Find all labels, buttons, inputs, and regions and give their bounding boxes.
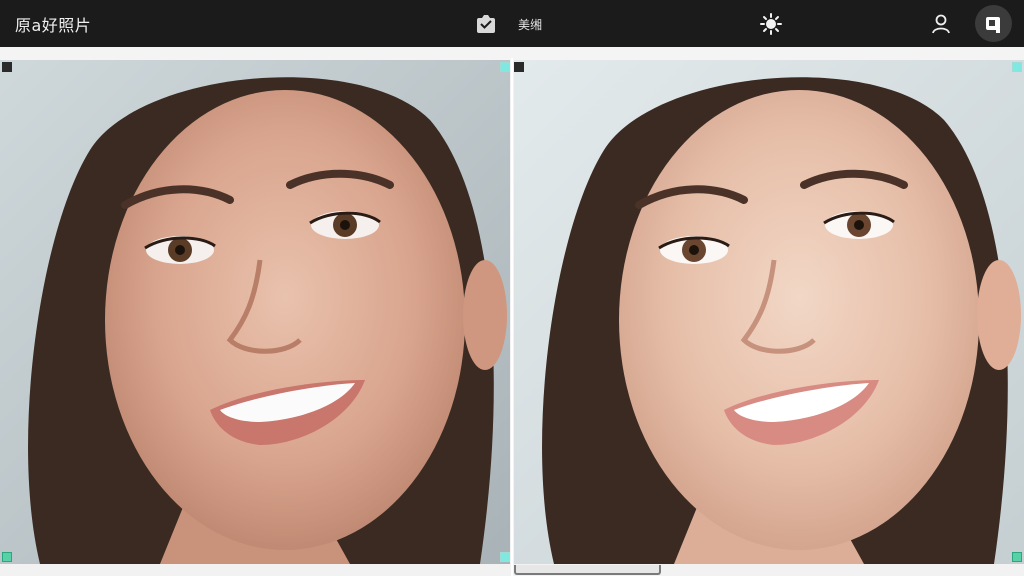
crop-corner-top-left[interactable] — [514, 62, 524, 72]
sparkle-enhance-icon — [760, 13, 782, 35]
original-photo — [0, 60, 510, 564]
save-button[interactable] — [474, 12, 498, 36]
crop-corner-top-left[interactable] — [2, 62, 12, 72]
save-check-icon — [477, 15, 495, 33]
top-bar: 原a好照片 美缃 — [0, 0, 1024, 47]
enhance-button[interactable] — [758, 11, 784, 37]
crop-corner-bottom-left[interactable] — [2, 552, 12, 562]
compare-split-line[interactable] — [511, 58, 513, 576]
app-avatar-icon — [985, 16, 1000, 33]
user-icon — [932, 14, 950, 34]
left-title: 原a好照片 — [15, 16, 92, 35]
bottom-handle[interactable] — [514, 565, 661, 575]
user-button[interactable] — [928, 11, 954, 37]
right-title: 美缃 — [518, 18, 543, 32]
app-avatar-button[interactable] — [975, 5, 1012, 42]
retouched-photo — [514, 60, 1024, 564]
crop-corner-bottom-right[interactable] — [1012, 552, 1022, 562]
crop-corner-top-right[interactable] — [1012, 62, 1022, 72]
crop-corner-bottom-right[interactable] — [500, 552, 510, 562]
crop-corner-top-right[interactable] — [500, 62, 510, 72]
